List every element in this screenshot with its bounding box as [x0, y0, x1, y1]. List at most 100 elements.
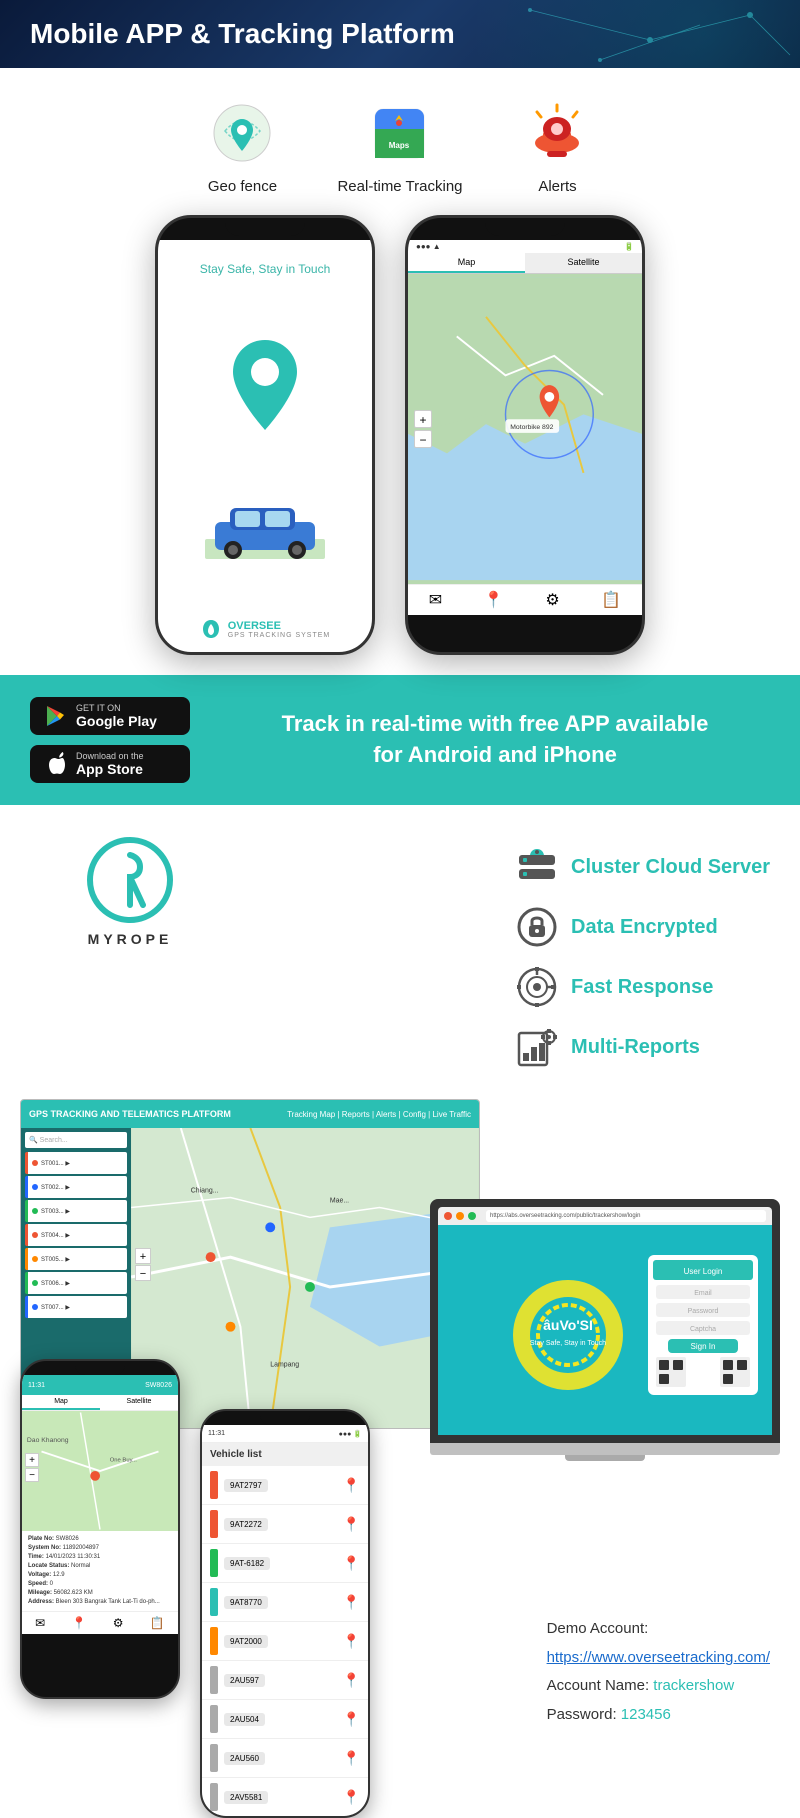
- multi-reports-icon: [515, 1025, 559, 1069]
- nav-location-icon[interactable]: 📍: [484, 590, 504, 610]
- laptop-screen-frame: https://abs.overseetracking.com/public/t…: [430, 1199, 780, 1443]
- info-plate: Plate No: SW8026: [28, 1535, 172, 1544]
- vlist-loc-9: 📍: [343, 1789, 360, 1806]
- geo-fence-icon-container: [207, 98, 277, 168]
- map-zoom-btns[interactable]: + −: [135, 1248, 151, 1281]
- car-icon: [205, 494, 325, 559]
- demo-account-label: Account Name:: [547, 1677, 650, 1694]
- fast-response-svg: [515, 965, 559, 1009]
- svg-text:Password: Password: [688, 1308, 719, 1315]
- cluster-cloud-icon: [515, 845, 559, 889]
- satellite-tab[interactable]: Satellite: [525, 253, 642, 273]
- download-text-line2: for Android and iPhone: [220, 740, 770, 771]
- map-tabs: Map Satellite: [408, 253, 642, 274]
- feature-fast-response: Fast Response: [515, 965, 770, 1009]
- map-zoom-in[interactable]: +: [135, 1248, 151, 1264]
- vehicle-list-phone: 11:31 ●●● 🔋 Vehicle list 9AT2797 📍 9AT22…: [200, 1409, 370, 1818]
- demo-password-line: Password: 123456: [547, 1701, 770, 1730]
- vehicle-item-6: ST006... ▶: [25, 1272, 127, 1294]
- vlist-time: 11:31: [208, 1430, 225, 1437]
- cluster-cloud-label: Cluster Cloud Server: [571, 856, 770, 879]
- detail-satellite-tab[interactable]: Satellite: [100, 1395, 178, 1410]
- dashboard-nav: Tracking Map | Reports | Alerts | Config…: [287, 1110, 471, 1119]
- platform-section: MYROPE Cluster Cloud Server: [0, 805, 800, 1099]
- nav-report-icon[interactable]: 📋: [601, 590, 621, 610]
- svg-text:Stay Safe, Stay in Touch: Stay Safe, Stay in Touch: [530, 1340, 606, 1347]
- nav-messages-icon[interactable]: ✉: [429, 590, 442, 610]
- detail-nav-loc[interactable]: 📍: [72, 1616, 87, 1630]
- demo-title: Demo Account:: [547, 1615, 770, 1644]
- dashboard-search[interactable]: 🔍 Search...: [25, 1132, 127, 1148]
- vlist-item-4: 9AT8770 📍: [202, 1583, 368, 1622]
- detail-nav-rpt[interactable]: 📋: [150, 1616, 165, 1630]
- browser-maximize: [468, 1212, 476, 1220]
- detail-id: SW8026: [145, 1382, 172, 1389]
- detail-map-tab[interactable]: Map: [22, 1395, 100, 1410]
- phone-map-mockup: ●●● ▲ 🔋 Map Satellite: [405, 215, 645, 655]
- zoom-out-button[interactable]: −: [414, 430, 432, 448]
- signal-icon: ●●● ▲: [416, 242, 441, 251]
- nav-settings-icon[interactable]: ⚙: [545, 590, 559, 610]
- detail-zoom[interactable]: + −: [25, 1453, 39, 1482]
- vlist-phone-notch: [260, 1411, 310, 1425]
- zoom-in-button[interactable]: +: [414, 410, 432, 428]
- url-text: https://abs.overseetracking.com/public/t…: [490, 1213, 640, 1219]
- battery-icon: 🔋: [624, 242, 634, 251]
- browser-bar: https://abs.overseetracking.com/public/t…: [438, 1207, 772, 1225]
- vlist-loc-4: 📍: [343, 1594, 360, 1611]
- phone-tagline: Stay Safe, Stay in Touch: [200, 262, 331, 276]
- detail-zoom-out[interactable]: −: [25, 1468, 39, 1482]
- vlist-plate-8: 2AU560: [224, 1752, 265, 1765]
- phone-status-bar: ●●● ▲ 🔋: [408, 240, 642, 253]
- alerts-label: Alerts: [538, 178, 576, 195]
- phones-section: Stay Safe, Stay in Touch: [0, 205, 800, 675]
- demo-url-line: https://www.overseetracking.com/: [547, 1644, 770, 1673]
- detail-phone-mockup: 11:31 SW8026 Map Satellite Dao Khanong O…: [20, 1359, 180, 1699]
- map-zoom-controls[interactable]: + −: [414, 410, 432, 448]
- app-store-badge[interactable]: Download on the App Store: [30, 745, 190, 783]
- vehicle-item-5: ST005... ▶: [25, 1248, 127, 1270]
- phone-bottom-nav: ✉ 📍 ⚙ 📋: [408, 584, 642, 615]
- browser-url[interactable]: https://abs.overseetracking.com/public/t…: [486, 1210, 766, 1222]
- tracking-label: Real-time Tracking: [337, 178, 462, 195]
- detail-zoom-in[interactable]: +: [25, 1453, 39, 1467]
- info-voltage: Voltage: 12.9: [28, 1571, 172, 1580]
- detail-bottom-nav: ✉ 📍 ⚙ 📋: [22, 1611, 178, 1634]
- info-time: Time: 14/01/2023 11:30:31: [28, 1553, 172, 1562]
- vlist-plate-5: 9AT2000: [224, 1635, 268, 1648]
- map-zoom-out[interactable]: −: [135, 1265, 151, 1281]
- vehicle-info-panel: Plate No: SW8026 System No: 11892004897 …: [22, 1531, 178, 1611]
- svg-text:One Buy...: One Buy...: [110, 1457, 138, 1463]
- oversee-brand: OVERSEE: [228, 620, 331, 632]
- map-pin-icon: [225, 335, 305, 435]
- google-play-text: GET IT ON Google Play: [76, 703, 157, 729]
- features-section: Geo fence Maps Real-time Tracking: [0, 68, 800, 205]
- vlist-item-1: 9AT2797 📍: [202, 1466, 368, 1505]
- vlist-plate-9: 2AV5581: [224, 1791, 268, 1804]
- app-store-main: App Store: [76, 761, 144, 777]
- app-store-text: Download on the App Store: [76, 751, 144, 777]
- demo-url-link[interactable]: https://www.overseetracking.com/: [547, 1649, 770, 1666]
- vlist-plate-4: 9AT8770: [224, 1596, 268, 1609]
- phone-app-screen: Stay Safe, Stay in Touch: [158, 240, 372, 652]
- vlist-loc-7: 📍: [343, 1711, 360, 1728]
- info-address: Address: Bleen 303 Bangrak Tank Lat-Ti d…: [28, 1598, 172, 1607]
- store-badges: GET IT ON Google Play Download on the Ap…: [30, 697, 190, 783]
- phone-notch-right: [485, 218, 565, 236]
- google-play-sub: GET IT ON: [76, 703, 157, 713]
- demo-password-label: Password:: [547, 1706, 617, 1723]
- vlist-item-9: 2AV5581 📍: [202, 1778, 368, 1816]
- vehicle-item-1: ST001... ▶: [25, 1152, 127, 1174]
- detail-nav-cfg[interactable]: ⚙: [113, 1616, 124, 1630]
- demo-password-value: 123456: [621, 1706, 671, 1723]
- svg-text:Dao Khanong: Dao Khanong: [27, 1437, 69, 1444]
- oversee-logo: OVERSEE GPS TRACKING SYSTEM: [200, 618, 331, 640]
- detail-nav-msg[interactable]: ✉: [35, 1616, 45, 1630]
- map-tab[interactable]: Map: [408, 253, 525, 273]
- detail-map: Dao Khanong One Buy... + −: [22, 1411, 178, 1531]
- svg-text:Mae...: Mae...: [330, 1198, 349, 1205]
- info-mileage: Mileage: 56082.623 KM: [28, 1589, 172, 1598]
- google-play-badge[interactable]: GET IT ON Google Play: [30, 697, 190, 735]
- vehicle-item-3: ST003... ▶: [25, 1200, 127, 1222]
- google-play-icon: [44, 704, 68, 728]
